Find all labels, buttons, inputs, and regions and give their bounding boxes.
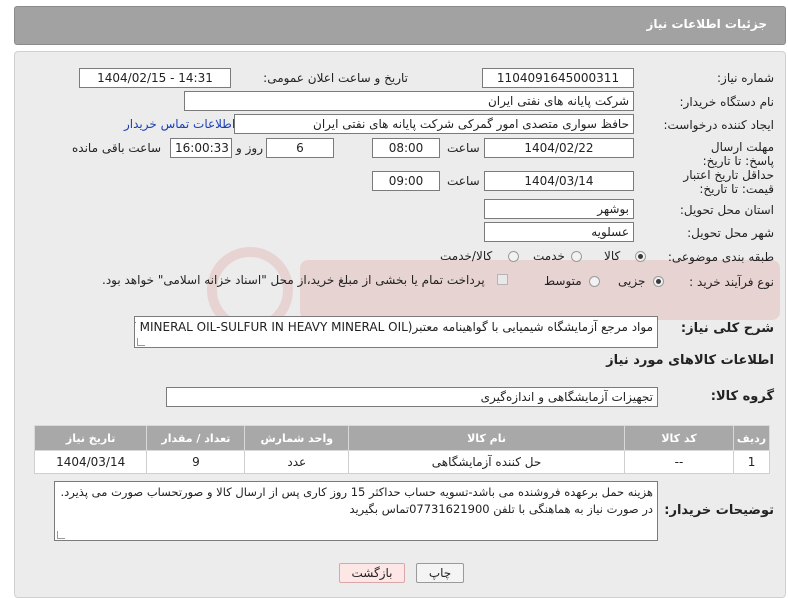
days-label: روز و [236, 141, 263, 155]
goods-table: ردیف کد کالا نام کالا واحد شمارش تعداد /… [33, 425, 770, 474]
col-code: کد کالا [623, 425, 735, 451]
col-date: تاریخ نیاز [33, 425, 148, 451]
cell-name: حل کننده آزمایشگاهی [348, 450, 625, 474]
buyer-notes-line-1: هزینه حمل برعهده فروشنده می باشد-تسویه ح… [60, 485, 653, 499]
table-row: 1 -- حل کننده آزمایشگاهی عدد 9 1404/03/1… [33, 450, 770, 474]
announce-label: تاریخ و ساعت اعلان عمومی: [263, 71, 408, 85]
province-label: استان محل تحویل: [679, 203, 774, 217]
cell-unit: عدد [244, 450, 350, 474]
goods-group-label: گروه کالا: [710, 389, 774, 404]
category-goods-radio[interactable] [635, 251, 646, 262]
print-button[interactable]: چاپ [416, 563, 464, 583]
col-name: نام کالا [348, 425, 625, 451]
category-label: طبقه بندی موضوعی: [667, 250, 774, 264]
col-unit: واحد شمارش [244, 425, 350, 451]
col-qty: تعداد / مقدار [146, 425, 246, 451]
need-number-field: 1104091645000311 [482, 68, 634, 88]
creator-field: حافظ سواری متصدی امور گمرکی شرکت پایانه … [234, 114, 634, 134]
buyer-org-field: شرکت پایانه های نفتی ایران [184, 91, 634, 111]
page-title: جزئیات اطلاعات نیاز [646, 17, 767, 31]
category-goods-label: کالا [604, 249, 621, 263]
resize-handle-icon[interactable] [137, 338, 145, 346]
payment-note: پرداخت تمام یا بخشی از مبلغ خرید،از محل … [102, 273, 485, 287]
buyer-notes-field: هزینه حمل برعهده فروشنده می باشد-تسویه ح… [54, 481, 658, 541]
cell-date: 1404/03/14 [33, 450, 148, 474]
category-both-radio[interactable] [508, 251, 519, 262]
goods-info-title: اطلاعات کالاهای مورد نیاز [606, 353, 774, 368]
category-service-radio[interactable] [571, 251, 582, 262]
resize-handle-icon[interactable] [57, 531, 65, 539]
col-row: ردیف [733, 425, 770, 451]
process-medium-label: متوسط [544, 274, 582, 288]
cell-code: -- [623, 450, 735, 474]
back-button[interactable]: بازگشت [339, 563, 405, 583]
process-minor-radio[interactable] [653, 276, 664, 287]
deadline-label: مهلت ارسال پاسخ: تا تاریخ: [702, 140, 774, 168]
remaining-label: ساعت باقی مانده [72, 141, 162, 155]
province-field: بوشهر [484, 199, 634, 219]
treasury-checkbox[interactable] [497, 274, 508, 285]
description-field: مواد مرجع آزمایشگاه شیمیایی با گواهینامه… [134, 316, 658, 348]
cell-qty: 9 [146, 450, 246, 474]
buyer-contact-link[interactable]: اطلاعات تماس خریدار [124, 117, 235, 131]
validity-time-field: 09:00 [372, 171, 440, 191]
cell-row: 1 [733, 450, 770, 474]
description-label: شرح کلی نیاز: [680, 321, 774, 336]
category-service-label: خدمت [533, 249, 565, 263]
buyer-org-label: نام دستگاه خریدار: [679, 95, 775, 109]
buyer-notes-line-2: در صورت نیاز به هماهنگی با تلفن 07731621… [349, 502, 653, 516]
city-field: عسلویه [484, 222, 634, 242]
validity-label: حداقل تاریخ اعتبار قیمت: تا تاریخ: [683, 168, 774, 196]
process-label: نوع فرآیند خرید : [689, 275, 774, 289]
days-field: 6 [266, 138, 334, 158]
need-number-label: شماره نیاز: [717, 71, 774, 85]
announce-datetime-field: 1404/02/15 - 14:31 [79, 68, 231, 88]
description-text: مواد مرجع آزمایشگاه شیمیایی با گواهینامه… [135, 320, 653, 334]
creator-label: ایجاد کننده درخواست: [663, 118, 774, 132]
deadline-time-field: 08:00 [372, 138, 440, 158]
process-minor-label: جزیی [618, 274, 646, 288]
goods-group-field: تجهیزات آزمایشگاهی و اندازه‌گیری [166, 387, 658, 407]
process-medium-radio[interactable] [589, 276, 600, 287]
validity-time-label: ساعت [447, 174, 480, 188]
page-header: جزئیات اطلاعات نیاز [14, 6, 786, 45]
validity-date-field: 1404/03/14 [484, 171, 634, 191]
city-label: شهر محل تحویل: [687, 226, 774, 240]
category-both-label: کالا/خدمت [440, 249, 493, 263]
deadline-date-field: 1404/02/22 [484, 138, 634, 158]
deadline-time-label: ساعت [447, 141, 480, 155]
remaining-time-field: 16:00:33 [170, 138, 232, 158]
buyer-notes-label: توضیحات خریدار: [664, 503, 774, 518]
